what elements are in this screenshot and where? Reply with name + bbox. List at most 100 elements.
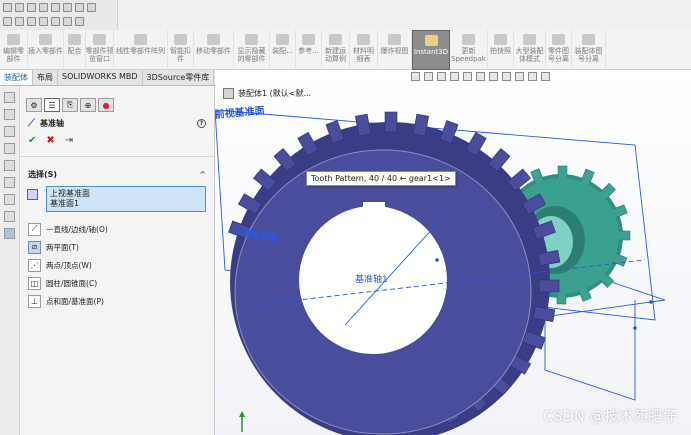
instant3d-button[interactable]: Instant3D xyxy=(412,30,450,70)
snapshot-button[interactable]: 拍快照 xyxy=(488,30,514,70)
update-speedpak-button[interactable]: 更新 Speedpak xyxy=(450,30,488,70)
move-component-button[interactable]: 移动零部件 xyxy=(194,30,234,70)
large-assembly-button[interactable]: 大型装配 体模式 xyxy=(514,30,546,70)
pattern-tree-icon[interactable] xyxy=(4,211,15,222)
feature-header: ⟋ 基准轴 ? xyxy=(20,114,214,133)
configuration-manager-tab[interactable]: ⎘ xyxy=(62,98,78,112)
preview-point xyxy=(633,326,637,330)
large-gear[interactable] xyxy=(228,111,561,435)
point-plane-icon: ⊥ xyxy=(28,294,41,308)
undo-icon[interactable] xyxy=(51,2,60,12)
axis-label: 基准轴1 xyxy=(355,273,388,285)
two-planes-icon: ⧄ xyxy=(28,240,41,254)
component-preview-button[interactable]: 零部件预 览窗口 xyxy=(86,30,114,70)
assembly-number-split-button[interactable]: 装配体图 号分离 xyxy=(572,30,606,70)
watermark: CSDN @技术死肥仔 xyxy=(543,409,677,425)
snap-icon[interactable] xyxy=(51,16,60,26)
display-icon[interactable] xyxy=(4,160,15,171)
tab-3dsource[interactable]: 3DSource零件库 xyxy=(143,70,215,85)
new-motion-study-button[interactable]: 新建运 动算例 xyxy=(322,30,350,70)
edit-component-button[interactable]: 编辑零 部件 xyxy=(0,30,28,70)
redo-icon[interactable] xyxy=(63,2,72,12)
config-icon: ⎘ xyxy=(66,100,74,109)
open-icon[interactable] xyxy=(15,2,24,12)
dimension-icon[interactable] xyxy=(27,16,36,26)
command-ribbon: 编辑零 部件 插入零部件 配合 零部件预 览窗口 线性零部件阵列 智能扣 件 移… xyxy=(0,30,691,70)
triad-arrow xyxy=(239,411,245,417)
select-icon[interactable] xyxy=(39,16,48,26)
color-wheel-icon: ● xyxy=(102,100,110,110)
feature-manager-tab[interactable]: ⚙ xyxy=(26,98,42,112)
assembly-features-button[interactable]: 装配... xyxy=(270,30,296,70)
linear-pattern-button[interactable]: 线性零部件阵列 xyxy=(114,30,168,70)
part-icon[interactable] xyxy=(4,109,15,120)
task-strip xyxy=(0,86,20,435)
mate-tree-icon[interactable] xyxy=(4,194,15,205)
front-plane-label: 前视基准面 xyxy=(215,104,265,121)
cylinder-icon: ◫ xyxy=(28,276,41,290)
option-line-edge-axis[interactable]: ⟋ 一直线/边线/轴(O) xyxy=(20,220,214,238)
camera-icon xyxy=(494,34,507,45)
cancel-button[interactable]: ✖ xyxy=(46,135,54,146)
selection-item[interactable]: 基准面1 xyxy=(50,199,202,209)
exploded-view-button[interactable]: 爆炸视图 xyxy=(378,30,412,70)
grid-icon[interactable] xyxy=(75,16,84,26)
preview-window-icon xyxy=(93,34,106,45)
assembly-icon[interactable] xyxy=(4,126,15,137)
help-icon[interactable]: ? xyxy=(197,119,206,128)
rebuild-icon[interactable] xyxy=(75,2,84,12)
option-cylinder-cone[interactable]: ◫ 圆柱/圆锥面(C) xyxy=(20,274,214,292)
part-number-icon xyxy=(552,34,565,45)
bom-button[interactable]: 材料明 细表 xyxy=(350,30,378,70)
bom-icon xyxy=(357,34,370,45)
insert-component-icon xyxy=(39,34,52,45)
axis-icon: ⟋ xyxy=(28,118,35,129)
list-icon: ☰ xyxy=(48,100,56,110)
selection-list[interactable]: 上视基准面 基准面1 xyxy=(27,186,206,212)
gear-icon[interactable] xyxy=(63,16,72,26)
print-icon[interactable] xyxy=(39,2,48,12)
mate-button[interactable]: 配合 xyxy=(64,30,86,70)
pushpin-button[interactable]: ⇥ xyxy=(65,135,73,146)
display-manager-tab[interactable]: ● xyxy=(98,98,114,112)
large-assembly-icon xyxy=(523,34,536,45)
mate-icon xyxy=(68,34,81,45)
save-icon[interactable] xyxy=(27,2,36,12)
axis-tree-icon[interactable] xyxy=(4,228,15,239)
reference-geometry-icon xyxy=(302,34,315,45)
assembly-number-icon xyxy=(582,34,595,45)
new-icon[interactable] xyxy=(3,2,12,12)
move-icon xyxy=(207,34,220,45)
smart-fastener-button[interactable]: 智能扣 件 xyxy=(168,30,194,70)
reference-geometry-button[interactable]: 参考... xyxy=(296,30,322,70)
option-two-planes[interactable]: ⧄ 两平面(T) xyxy=(20,238,214,256)
ok-button[interactable]: ✔ xyxy=(28,135,36,146)
explode-icon xyxy=(388,34,401,45)
selection-item[interactable]: 上视基准面 xyxy=(50,189,202,199)
option-two-points[interactable]: ⋰ 两点/顶点(W) xyxy=(20,256,214,274)
dimxpert-tab[interactable]: ⊕ xyxy=(80,98,96,112)
action-buttons: ✔ ✖ ⇥ xyxy=(20,133,214,146)
hover-tooltip: Tooth Pattern, 40 / 40 ← gear1<1> xyxy=(306,171,456,186)
feature-tree-icon[interactable] xyxy=(4,92,15,103)
tab-layout[interactable]: 布局 xyxy=(33,70,58,85)
part-number-split-button[interactable]: 零件图 号分离 xyxy=(546,30,572,70)
property-manager: ⚙ ☰ ⎘ ⊕ ● ⟋ 基准轴 ? ✔ ✖ ⇥ 选择(S) ^ 上视基准面 基准… xyxy=(20,86,215,435)
insert-component-button[interactable]: 插入零部件 xyxy=(28,30,64,70)
option-point-plane[interactable]: ⊥ 点和面/基准面(P) xyxy=(20,292,214,310)
layer-icon[interactable] xyxy=(4,143,15,154)
selections-section-header[interactable]: 选择(S) ^ xyxy=(20,156,214,183)
property-manager-tab[interactable]: ☰ xyxy=(44,98,60,112)
show-hidden-button[interactable]: 显示隐藏 的零部件 xyxy=(234,30,270,70)
edit-component-icon xyxy=(7,34,20,45)
sketch-icon[interactable] xyxy=(3,16,12,26)
graphics-area[interactable]: 装配体1 (默认<默... 前视基准面 上视基准面 基准轴1 Tooth Pat… xyxy=(215,70,691,435)
chevron-up-icon[interactable]: ^ xyxy=(199,170,206,179)
crosshair-icon: ⊕ xyxy=(84,100,92,110)
line-icon[interactable] xyxy=(15,16,24,26)
tab-assembly[interactable]: 装配体 xyxy=(0,70,33,85)
tab-solidworks-mbd[interactable]: SOLIDWORKS MBD xyxy=(58,70,143,85)
sketch-tree-icon[interactable] xyxy=(4,177,15,188)
linear-pattern-icon xyxy=(134,34,147,45)
options-icon[interactable] xyxy=(87,2,96,12)
